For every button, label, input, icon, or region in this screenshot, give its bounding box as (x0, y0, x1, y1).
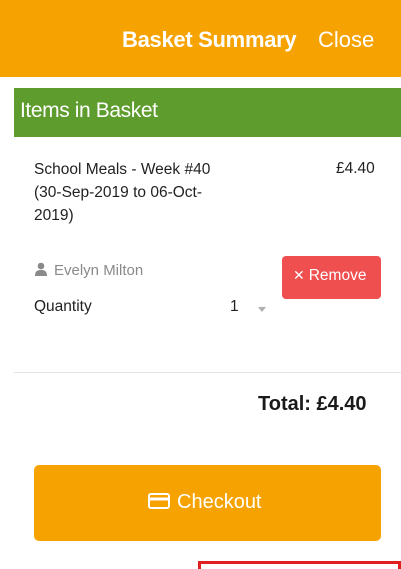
credit-card-icon (148, 493, 170, 509)
close-icon: ✕ (293, 267, 305, 283)
item-name: School Meals - Week #40 (30-Sep-2019 to … (34, 161, 211, 224)
section-title: Items in Basket (20, 99, 158, 122)
chevron-down-icon (258, 307, 266, 312)
remove-label: Remove (308, 267, 367, 284)
header-bar: Basket Summary Close (0, 0, 401, 77)
divider (14, 372, 401, 373)
checkout-button[interactable]: Checkout (34, 465, 381, 541)
quantity-value: 1 (230, 298, 239, 315)
user-icon (35, 262, 47, 276)
highlight-box (198, 561, 401, 569)
checkout-label: Checkout (177, 491, 262, 513)
page-title: Basket Summary (122, 27, 297, 52)
close-button[interactable]: Close (318, 27, 374, 53)
item-price: £4.40 (336, 160, 375, 177)
quantity-select[interactable]: 1 (224, 292, 270, 322)
remove-button[interactable]: ✕ Remove (282, 256, 381, 299)
quantity-label: Quantity (34, 298, 92, 315)
basket-summary-page: Basket Summary Close Items in Basket Sch… (0, 0, 401, 569)
basket-total: Total: £4.40 (258, 393, 367, 415)
person-name: Evelyn Milton (54, 262, 144, 279)
item-person: Evelyn Milton (34, 262, 143, 279)
checkout-button-content: Checkout (148, 491, 262, 514)
